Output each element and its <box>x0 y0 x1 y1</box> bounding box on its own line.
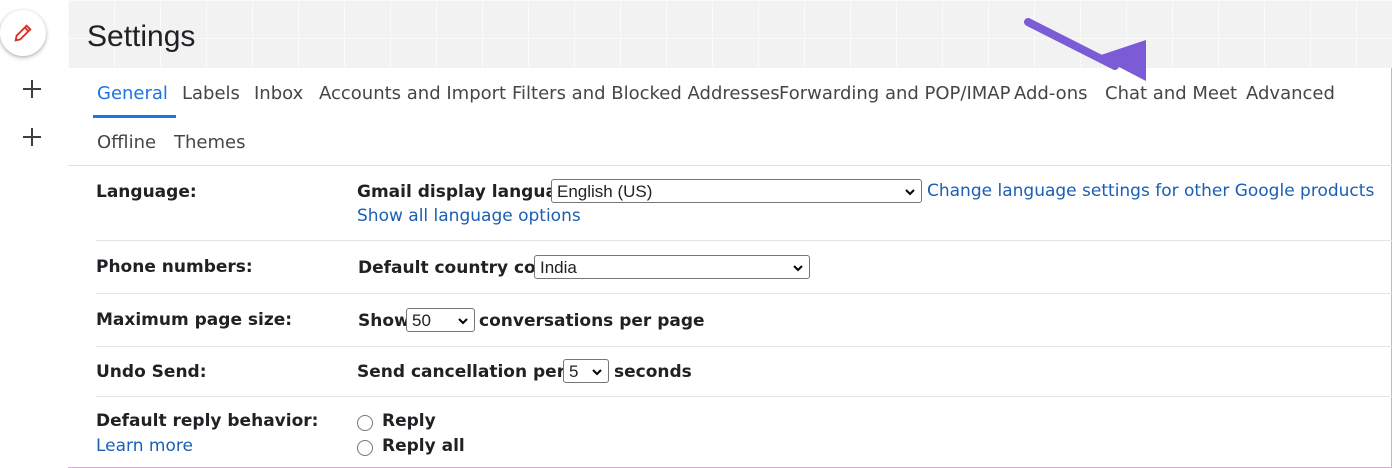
page-title: Settings <box>87 20 196 53</box>
compose-button[interactable] <box>0 10 46 56</box>
tab-inbox[interactable]: Inbox <box>254 83 303 104</box>
show-all-language-options-link[interactable]: Show all language options <box>357 206 581 226</box>
cancellation-period-value: 5 <box>569 362 579 381</box>
country-code-select[interactable]: India <box>534 255 810 279</box>
page-size-label: Maximum page size: <box>96 310 293 330</box>
chevron-down-icon <box>458 318 468 325</box>
reply-radio[interactable] <box>357 415 373 431</box>
language-settings-link[interactable]: Change language settings for other Googl… <box>927 181 1374 201</box>
settings-header-background <box>68 0 1392 68</box>
reply-all-radio[interactable] <box>357 440 373 456</box>
tab-general[interactable]: General <box>93 83 176 118</box>
display-language-value: English (US) <box>557 182 653 201</box>
cancellation-period-suffix: seconds <box>614 362 692 382</box>
tab-filters-and-blocked-addresses[interactable]: Filters and Blocked Addresses <box>512 83 780 104</box>
page-size-prefix: Show <box>358 311 410 331</box>
tab-labels[interactable]: Labels <box>182 83 240 104</box>
country-code-value: India <box>540 258 577 277</box>
reply-behavior-label: Default reply behavior: <box>96 411 319 431</box>
undo-send-label: Undo Send: <box>96 362 207 382</box>
phone-label: Phone numbers: <box>96 257 253 277</box>
language-setting-row: Language: Gmail display language: Englis… <box>96 166 1392 241</box>
chevron-down-icon <box>905 189 915 196</box>
page-size-select[interactable]: 50 <box>406 308 475 332</box>
tab-offline[interactable]: Offline <box>97 132 156 153</box>
tab-accounts-and-import[interactable]: Accounts and Import <box>319 83 506 104</box>
reply-behavior-setting-row: Default reply behavior: Learn more Reply… <box>96 397 1392 467</box>
settings-tabs: General Labels Inbox Accounts and Import… <box>87 70 1392 166</box>
undo-send-setting-row: Undo Send: Send cancellation period: 5 s… <box>96 347 1392 397</box>
plus-icon[interactable] <box>20 77 44 101</box>
chevron-down-icon <box>793 265 803 272</box>
page-size-setting-row: Maximum page size: Show 50 conversations… <box>96 294 1392 347</box>
language-label: Language: <box>96 182 197 202</box>
reply-option-label: Reply <box>382 411 436 431</box>
page-size-value: 50 <box>412 311 431 330</box>
tab-themes[interactable]: Themes <box>174 132 245 153</box>
phone-setting-row: Phone numbers: Default country code: Ind… <box>96 241 1392 294</box>
page-size-suffix: conversations per page <box>479 311 705 331</box>
learn-more-link[interactable]: Learn more <box>96 436 193 456</box>
chevron-down-icon <box>592 369 602 376</box>
cancellation-period-select[interactable]: 5 <box>563 359 609 383</box>
annotation-arrow-icon <box>1024 18 1146 81</box>
tab-advanced[interactable]: Advanced <box>1246 83 1335 104</box>
pencil-icon <box>14 24 32 42</box>
plus-icon[interactable] <box>20 125 44 149</box>
display-language-select[interactable]: English (US) <box>551 179 922 203</box>
reply-all-option-label: Reply all <box>382 436 465 456</box>
left-rail <box>0 0 68 468</box>
tab-forwarding-and-pop-imap[interactable]: Forwarding and POP/IMAP <box>779 83 1010 104</box>
